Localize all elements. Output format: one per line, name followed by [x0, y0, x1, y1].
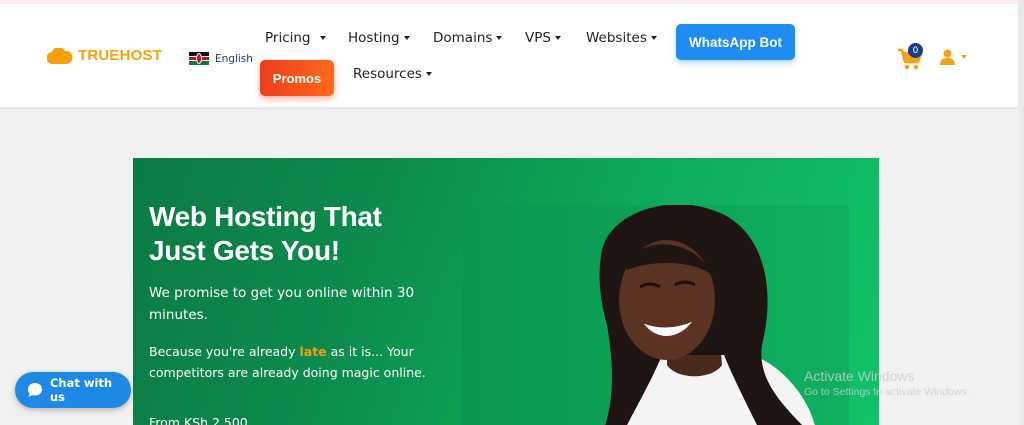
cart-count-badge: 0	[908, 43, 923, 58]
nav-resources[interactable]: Resources	[353, 66, 432, 82]
language-label: English	[215, 52, 253, 65]
hero-subtitle: We promise to get you online within 30 m…	[149, 285, 415, 323]
caret-down-icon	[554, 36, 561, 40]
nav-resources-label: Resources	[353, 66, 422, 82]
page-scrollbar[interactable]	[1018, 0, 1024, 425]
chat-label: Chat with us	[49, 376, 113, 404]
nav-pricing[interactable]: Pricing	[265, 30, 326, 46]
nav-websites-label: Websites	[586, 30, 647, 46]
smiling-woman-image	[599, 204, 815, 425]
hero-photo	[462, 204, 849, 425]
hero-title: Web Hosting That Just Gets You!	[149, 201, 382, 266]
account-menu[interactable]	[940, 49, 967, 65]
nav-domains-label: Domains	[433, 30, 493, 46]
caret-down-icon	[319, 36, 326, 40]
language-selector[interactable]: English	[189, 52, 253, 65]
caret-down-icon	[650, 36, 657, 40]
brand-logo[interactable]: TRUEHOST	[47, 47, 162, 64]
watermark-title: Activate Windows	[804, 368, 915, 384]
caret-down-icon	[425, 72, 432, 76]
hero-paragraph: Because you're already late as it is... …	[149, 341, 439, 383]
chat-bubble-icon	[27, 383, 42, 397]
activate-windows-watermark: Activate Windows Go to Settings to activ…	[804, 368, 970, 398]
kenya-flag-icon	[189, 52, 209, 65]
nav-websites[interactable]: Websites	[586, 30, 657, 46]
navbar: TRUEHOST English Pricing Hosting Domains…	[0, 4, 1018, 107]
cloud-icon	[47, 47, 73, 64]
user-icon	[940, 49, 955, 65]
nav-hosting[interactable]: Hosting	[348, 30, 410, 46]
hero-banner: Web Hosting That Just Gets You! We promi…	[133, 158, 879, 425]
nav-vps-label: VPS	[525, 30, 551, 46]
nav-pricing-label: Pricing	[265, 30, 311, 46]
chat-with-us-button[interactable]: Chat with us	[15, 372, 131, 408]
hero-paragraph-start: Because you're already	[149, 344, 300, 359]
caret-down-icon	[961, 55, 967, 59]
brand-name: TRUEHOST	[78, 47, 163, 64]
nav-domains[interactable]: Domains	[433, 30, 503, 46]
nav-vps[interactable]: VPS	[525, 30, 561, 46]
whatsapp-bot-button[interactable]: WhatsApp Bot	[676, 24, 795, 60]
caret-down-icon	[403, 36, 410, 40]
hero-highlight-word: late	[299, 344, 327, 359]
caret-down-icon	[496, 36, 503, 40]
watermark-subtitle: Go to Settings to activate Windows.	[804, 386, 970, 398]
nav-hosting-label: Hosting	[348, 30, 400, 46]
hero-price: From KSh 2,500	[149, 415, 248, 425]
promos-button[interactable]: Promos	[260, 60, 334, 96]
